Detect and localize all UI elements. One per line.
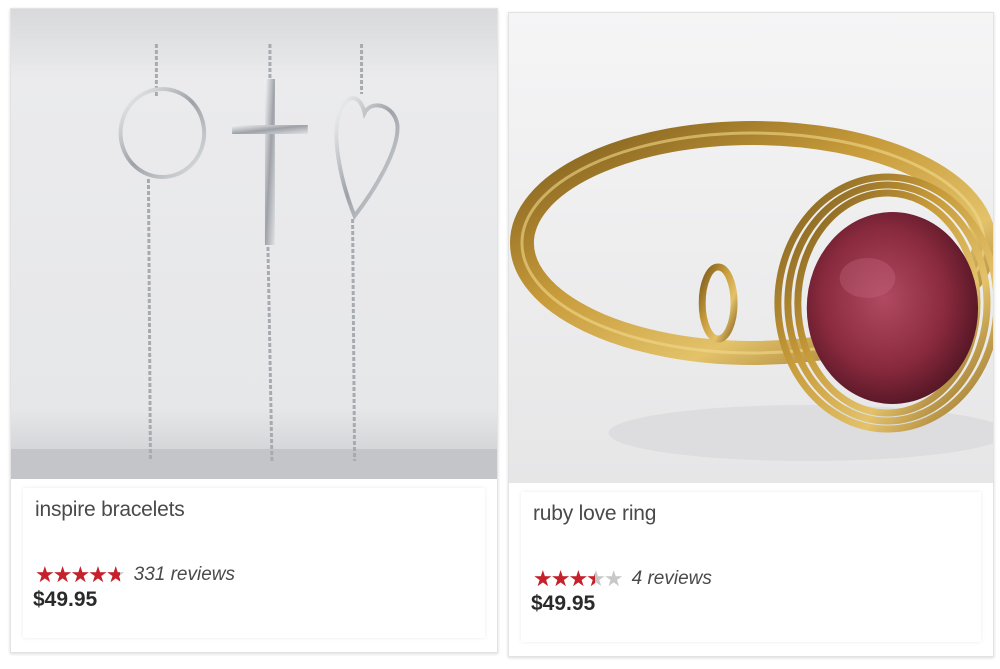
star-icon: ★★★★★ <box>533 568 595 590</box>
star-rating: ★★★★★ ★★★★★ <box>533 568 624 590</box>
product-image-bracelets[interactable] <box>11 9 497 479</box>
product-info: inspire bracelets ★★★★★ ★★★★★ 331 review… <box>23 488 485 638</box>
product-info: ruby love ring ★★★★★ ★★★★★ 4 reviews $49… <box>521 492 981 642</box>
product-image-ring[interactable] <box>509 13 993 483</box>
product-card-ruby-love-ring[interactable]: ruby love ring ★★★★★ ★★★★★ 4 reviews $49… <box>508 12 994 657</box>
reviews-link[interactable]: 331 reviews <box>134 564 235 586</box>
product-name[interactable]: inspire bracelets <box>35 498 185 522</box>
product-card-inspire-bracelets[interactable]: inspire bracelets ★★★★★ ★★★★★ 331 review… <box>10 8 498 653</box>
price: $49.95 <box>531 592 596 615</box>
star-rating: ★★★★★ ★★★★★ <box>35 564 126 586</box>
price: $49.95 <box>33 588 98 611</box>
rating-row: ★★★★★ ★★★★★ 331 reviews <box>35 564 235 586</box>
star-icon: ★★★★★ <box>35 564 121 586</box>
rating-row: ★★★★★ ★★★★★ 4 reviews <box>533 568 712 590</box>
reviews-link[interactable]: 4 reviews <box>632 568 712 590</box>
product-name[interactable]: ruby love ring <box>533 502 656 526</box>
